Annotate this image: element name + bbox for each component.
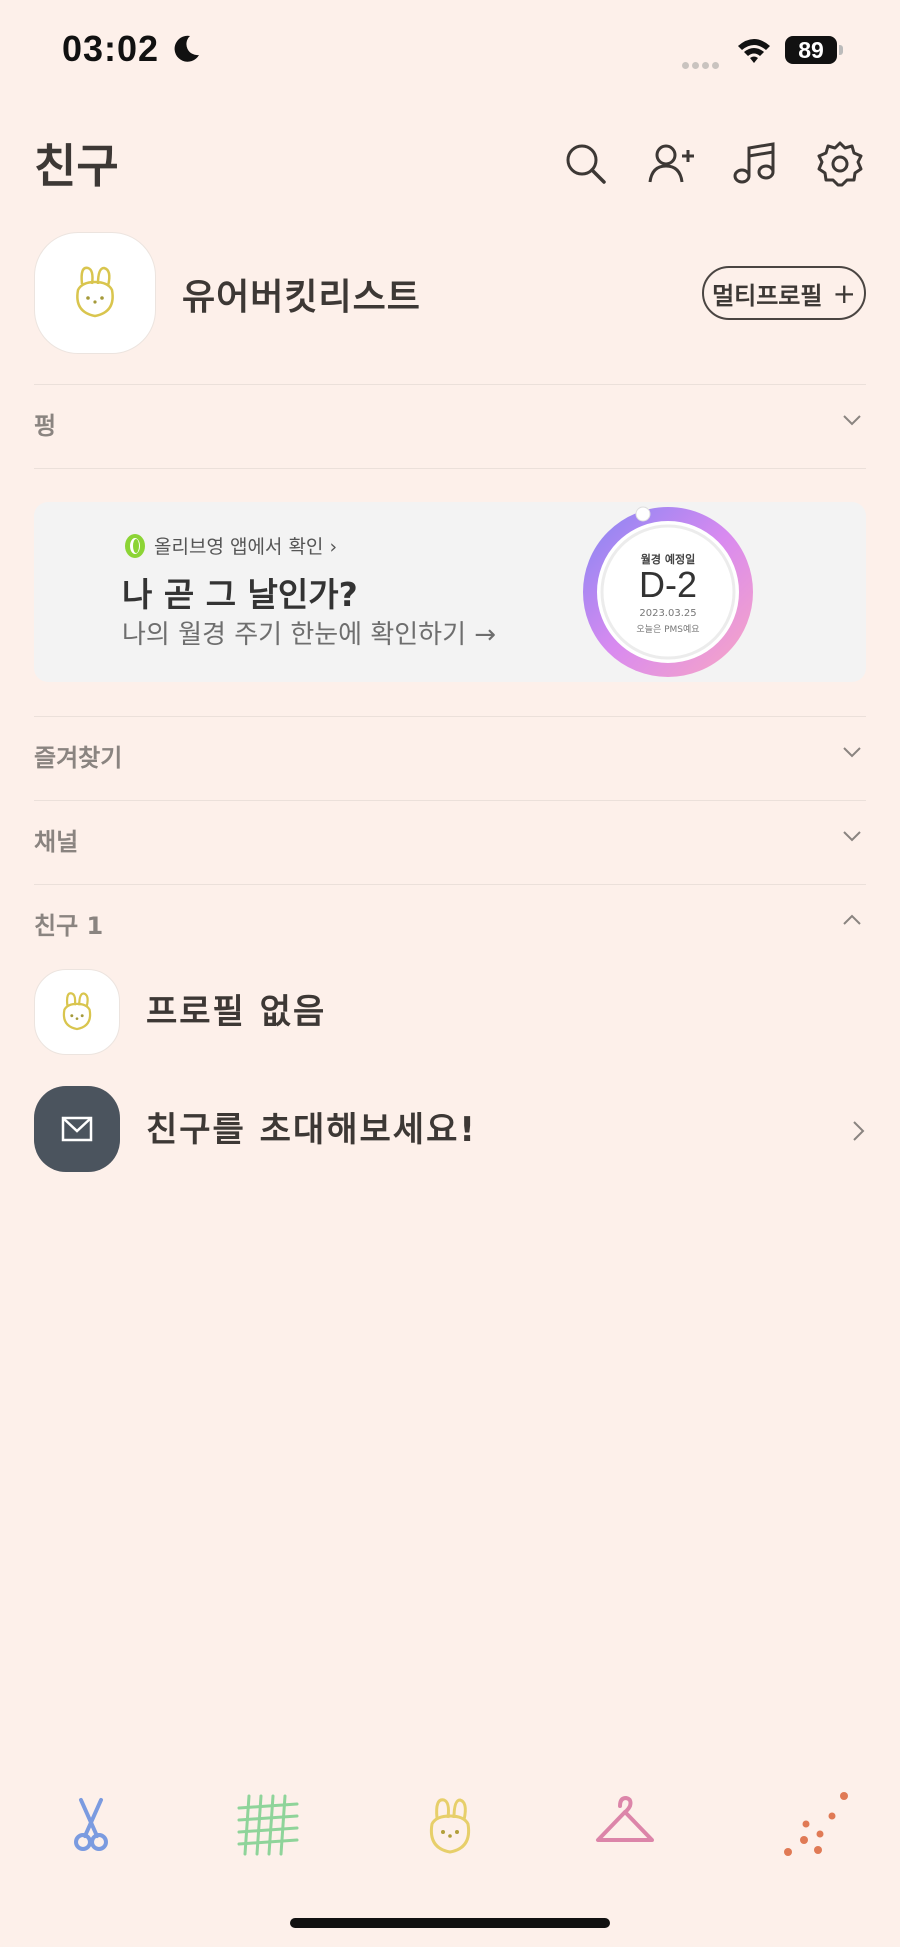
settings-icon[interactable] [816,140,864,188]
section-birthday[interactable]: 펑 [34,396,866,446]
section-label: 즐겨찾기 [34,744,123,772]
multi-profile-label: 멀티프로필 [712,281,823,310]
bunny-icon [429,1798,471,1854]
wifi-icon [738,39,770,63]
friend-avatar[interactable] [34,969,120,1055]
tab-dots[interactable] [780,1790,850,1860]
section-friends[interactable]: 친구 1 [34,896,866,946]
multi-profile-button[interactable]: 멀티프로필 + [702,266,866,320]
ring-note: 오늘은 PMS예요 [636,625,700,635]
battery-icon: 89 [785,36,837,64]
mail-icon [61,1116,93,1142]
divider [34,716,866,717]
invite-friends-label[interactable]: 친구를 초대해보세요! [146,1102,477,1151]
tab-grid[interactable] [233,1790,303,1860]
ad-ring: 월경 예정일 D-2 2023.03.25 오늘은 PMS예요 [578,502,758,682]
bunny-icon [76,266,114,318]
add-friend-icon[interactable] [646,140,694,188]
section-channels[interactable]: 채널 [34,812,866,862]
chevron-down-icon [843,747,861,758]
battery-tip [839,45,843,55]
chevron-right-icon[interactable] [848,1118,868,1144]
divider [34,468,866,469]
tab-bunny[interactable] [415,1790,485,1860]
signal-icon [682,54,722,73]
section-label: 채널 [34,828,79,856]
ad-banner[interactable]: 올리브영 앱에서 확인 › 나 곧 그 날인가? 나의 월경 주기 한눈에 확인… [34,502,866,682]
status-bar: 03:02 89 [0,0,900,100]
ad-brand-text: 올리브영 앱에서 확인 › [154,536,338,558]
moon-icon [174,35,199,62]
divider [34,384,866,385]
ring-date: 2023.03.25 [639,608,697,619]
tab-hanger[interactable] [590,1790,660,1860]
my-profile-name[interactable]: 유어버킷리스트 [182,268,421,320]
tab-scissors[interactable] [57,1790,127,1860]
page-title: 친구 [34,139,119,193]
search-icon[interactable] [562,140,610,188]
ad-brand[interactable]: 올리브영 앱에서 확인 › [122,532,337,559]
ad-title: 나 곧 그 날인가? [122,575,358,614]
divider [34,884,866,885]
ring-value: D-2 [638,564,697,605]
scissors-icon [74,1798,108,1851]
home-indicator[interactable] [290,1918,610,1928]
section-favorites[interactable]: 즐겨찾기 [34,728,866,778]
section-label: 친구 1 [34,912,104,940]
friend-name[interactable]: 프로필 없음 [146,984,326,1033]
tab-bar [0,1790,900,1860]
divider [34,800,866,801]
hanger-icon [596,1796,654,1842]
music-icon[interactable] [730,140,778,188]
olive-leaf-icon [125,533,145,558]
section-label: 펑 [34,412,57,440]
invite-avatar[interactable] [34,1086,120,1172]
chevron-down-icon [843,415,861,426]
chevron-down-icon [843,831,861,842]
grid-icon [237,1794,299,1856]
status-time: 03:02 [62,28,160,69]
bunny-icon [62,992,92,1031]
dots-icon [784,1792,848,1856]
my-profile-avatar[interactable] [34,232,156,354]
plus-icon: + [832,276,856,310]
chevron-up-icon [843,914,861,925]
ad-subtitle: 나의 월경 주기 한눈에 확인하기 → [122,620,497,650]
